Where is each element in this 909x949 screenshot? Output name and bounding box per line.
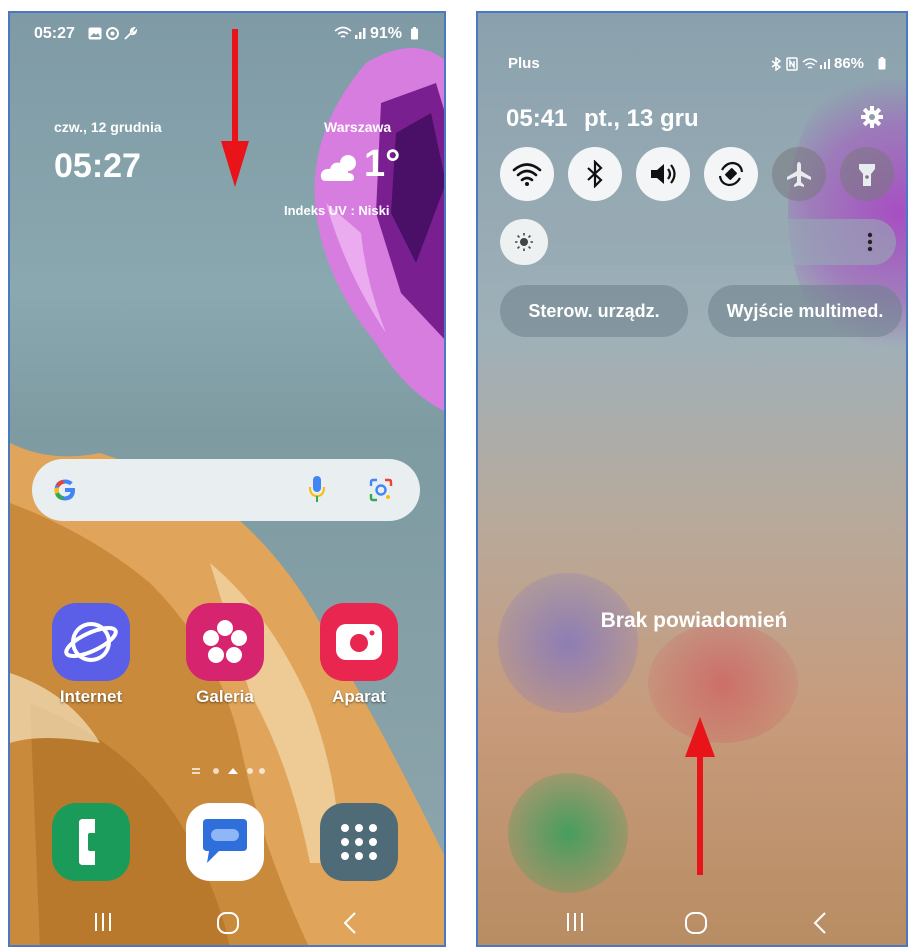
cloud-icon xyxy=(320,155,356,181)
back-icon[interactable] xyxy=(342,911,358,935)
device-control-button[interactable]: Sterow. urządz. xyxy=(500,285,688,337)
google-logo xyxy=(54,479,75,501)
wallpaper-crystal-purple xyxy=(314,48,444,411)
app-camera[interactable] xyxy=(320,603,398,681)
qs-sound[interactable] xyxy=(636,147,690,201)
mic-icon[interactable] xyxy=(308,475,326,505)
no-notifications-text: Brak powiadomień xyxy=(600,609,788,632)
app-drawer-icon xyxy=(341,824,377,860)
wifi-icon xyxy=(334,26,352,38)
wallpaper-blur-blob xyxy=(508,773,628,893)
gallery-flower-icon xyxy=(203,620,247,663)
bluetooth-icon xyxy=(771,57,782,71)
panel-time[interactable]: 05:41 xyxy=(506,105,567,133)
media-output-button[interactable]: Wyjście multimed. xyxy=(708,285,902,337)
wrench-icon xyxy=(124,27,137,40)
qs-flashlight[interactable] xyxy=(840,147,894,201)
nfc-icon xyxy=(786,57,798,71)
app-label-gallery: Galeria xyxy=(196,687,254,706)
more-options-icon[interactable] xyxy=(866,232,874,254)
battery-percent: 86% xyxy=(834,55,865,72)
wifi-icon xyxy=(512,163,542,186)
wallpaper-blur-blob xyxy=(498,573,638,713)
recents-icon[interactable] xyxy=(564,911,586,933)
widget-time[interactable]: 05:27 xyxy=(54,147,141,186)
page-indicator[interactable] xyxy=(190,765,270,777)
weather-city[interactable]: Warszawa xyxy=(324,119,391,135)
carrier-name: Plus xyxy=(508,55,540,72)
airplane-icon xyxy=(787,162,811,187)
flashlight-icon xyxy=(859,164,875,186)
app-label-camera: Aparat xyxy=(332,687,386,706)
sound-icon xyxy=(651,164,676,184)
swipe-down-arrow xyxy=(221,29,249,187)
recents-icon[interactable] xyxy=(92,911,114,933)
gallery-icon xyxy=(88,27,102,40)
app-gallery[interactable] xyxy=(186,603,264,681)
home-icon[interactable] xyxy=(684,911,708,935)
phone-icon xyxy=(79,819,95,865)
dock-messages[interactable] xyxy=(186,803,264,881)
autorotate-icon xyxy=(718,161,744,187)
brightness-slider[interactable] xyxy=(500,219,896,265)
weather-uv: Indeks UV : Niski xyxy=(284,203,390,218)
panel-date[interactable]: pt., 13 gru xyxy=(584,105,699,133)
qs-bluetooth[interactable] xyxy=(568,147,622,201)
status-time: 05:27 xyxy=(34,25,75,42)
home-icon[interactable] xyxy=(216,911,240,935)
sun-icon xyxy=(515,233,533,251)
camera-icon xyxy=(336,624,382,660)
battery-percent: 91% xyxy=(370,25,403,42)
back-icon[interactable] xyxy=(812,911,828,935)
signal-icon xyxy=(355,28,366,39)
notification-panel: Plus 86% 05:41 pt., 13 gru Sterow. urząd… xyxy=(476,11,908,947)
qs-autorotate[interactable] xyxy=(704,147,758,201)
google-search-bar[interactable] xyxy=(32,459,420,521)
swipe-up-arrow xyxy=(685,717,715,875)
messages-icon xyxy=(203,819,247,863)
lens-icon[interactable] xyxy=(368,477,394,503)
home-screen: 05:27 91% czw., 12 grudnia 05:27 Warszaw… xyxy=(8,11,446,947)
bluetooth-icon xyxy=(587,160,603,188)
wifi-icon xyxy=(802,58,818,69)
qs-airplane[interactable] xyxy=(772,147,826,201)
target-icon xyxy=(106,27,119,40)
dock-app-drawer[interactable] xyxy=(320,803,398,881)
internet-icon xyxy=(64,622,118,662)
battery-icon xyxy=(411,27,418,40)
wallpaper-blur-blob xyxy=(648,623,798,743)
weather-temperature[interactable]: 1° xyxy=(364,143,400,186)
app-label-internet: Internet xyxy=(59,687,123,706)
signal-icon xyxy=(820,59,830,69)
dock-phone[interactable] xyxy=(52,803,130,881)
qs-wifi[interactable] xyxy=(500,147,554,201)
settings-gear-icon[interactable] xyxy=(860,105,884,129)
app-internet[interactable] xyxy=(52,603,130,681)
widget-date[interactable]: czw., 12 grudnia xyxy=(54,119,162,135)
battery-icon xyxy=(878,57,886,70)
